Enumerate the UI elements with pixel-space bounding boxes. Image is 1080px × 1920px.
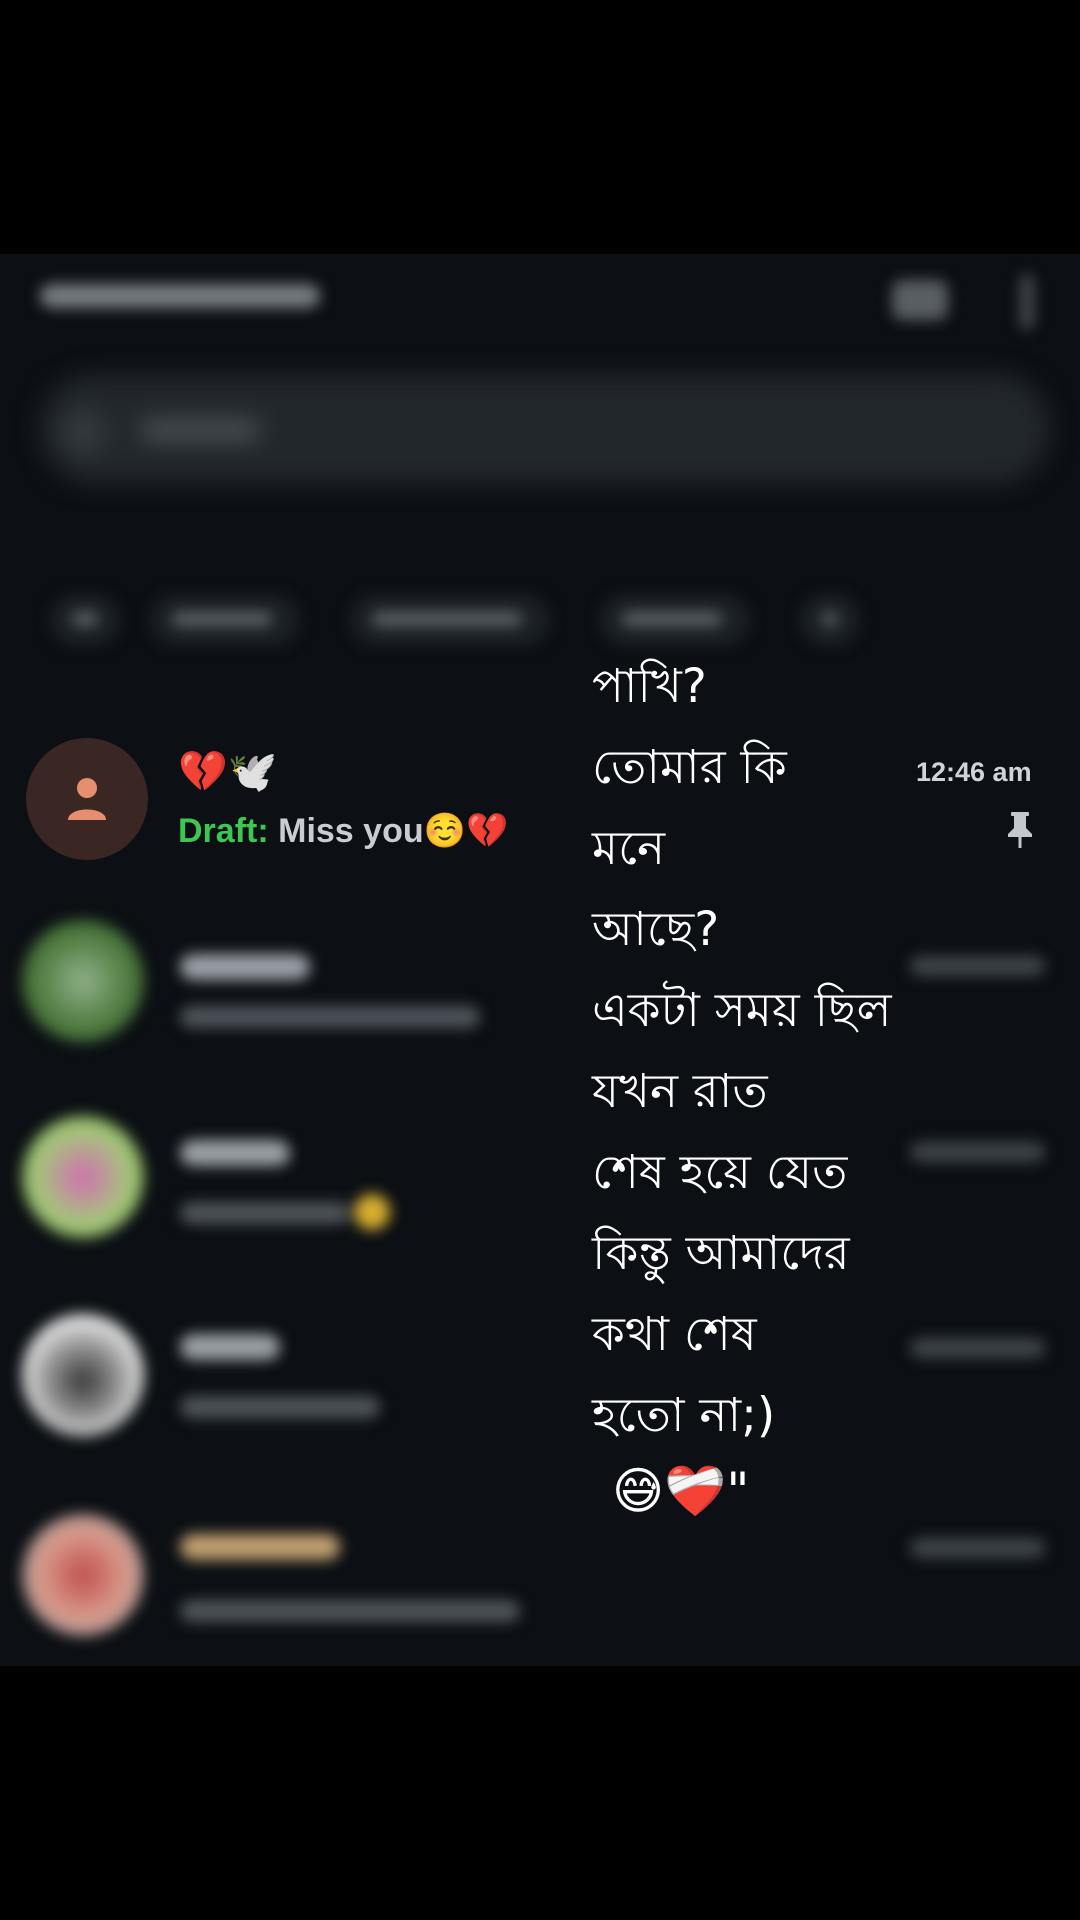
- poem-line: কিন্তু আমাদের: [592, 1226, 850, 1281]
- draft-label: Draft:: [178, 812, 269, 850]
- chat-time: [910, 956, 1045, 976]
- avatar: [22, 920, 144, 1042]
- tab-chip[interactable]: [350, 594, 550, 646]
- emoji-icon: [354, 1194, 390, 1230]
- chat-name: [180, 1140, 290, 1166]
- chat-time: [910, 1142, 1045, 1162]
- chat-preview: [180, 1202, 350, 1224]
- poem-line: শেষ হয়ে যেত: [592, 1145, 848, 1200]
- pin-icon: [1008, 812, 1032, 848]
- app-title: [40, 284, 320, 308]
- tab-chip[interactable]: [600, 594, 750, 646]
- draft-text: Miss you: [278, 812, 424, 850]
- poem-line: পাখি?: [592, 659, 707, 714]
- poem-line: হতো না;): [592, 1388, 776, 1443]
- poem-line: কথা শেষ: [592, 1307, 757, 1362]
- person-icon: [68, 778, 106, 820]
- filter-tabs: [0, 594, 1080, 674]
- avatar: [22, 1116, 144, 1238]
- chat-time: 12:46 am: [916, 757, 1032, 787]
- more-menu-icon[interactable]: [1020, 274, 1034, 330]
- search-placeholder: [140, 420, 260, 440]
- chat-name: [180, 954, 310, 980]
- poem-line: যখন রাত: [592, 1064, 768, 1119]
- overlay-poem: পাখি? তোমার কি মনে আছে? একটা সময় ছিল যখ…: [592, 646, 892, 1456]
- avatar: [22, 1514, 144, 1636]
- chat-row[interactable]: [0, 1510, 1080, 1666]
- draft-emojis: ☺️💔: [423, 812, 509, 850]
- chat-name: 💔🕊️: [178, 749, 278, 795]
- chat-name: [180, 1534, 340, 1560]
- chat-time: [910, 1538, 1045, 1558]
- chat-preview: [180, 1006, 480, 1028]
- chat-name: [180, 1334, 280, 1360]
- chat-row[interactable]: [0, 1314, 1080, 1504]
- tab-chip[interactable]: [150, 594, 300, 646]
- tab-filter-icon[interactable]: [50, 594, 120, 646]
- chat-preview: Draft: Miss you☺️💔: [178, 806, 508, 856]
- chat-time: [910, 1338, 1045, 1358]
- chat-row[interactable]: [0, 1116, 1080, 1310]
- poem-line: মনে: [592, 821, 666, 876]
- poem-closing-emojis: 😅❤️‍🩹": [612, 1462, 750, 1520]
- tab-add[interactable]: [800, 594, 860, 646]
- chat-row[interactable]: [0, 920, 1080, 1114]
- chat-app-screen: 💔🕊️ Draft: Miss you☺️💔 12:46 am: [0, 254, 1080, 1666]
- poem-line: তোমার কি: [592, 740, 787, 795]
- chat-preview: [180, 1600, 520, 1622]
- chat-preview: [180, 1396, 380, 1418]
- camera-icon[interactable]: [892, 280, 948, 320]
- avatar: [22, 1314, 144, 1436]
- poem-line: আছে?: [592, 902, 720, 957]
- poem-line: একটা সময় ছিল: [592, 983, 892, 1038]
- search-icon: [66, 414, 102, 450]
